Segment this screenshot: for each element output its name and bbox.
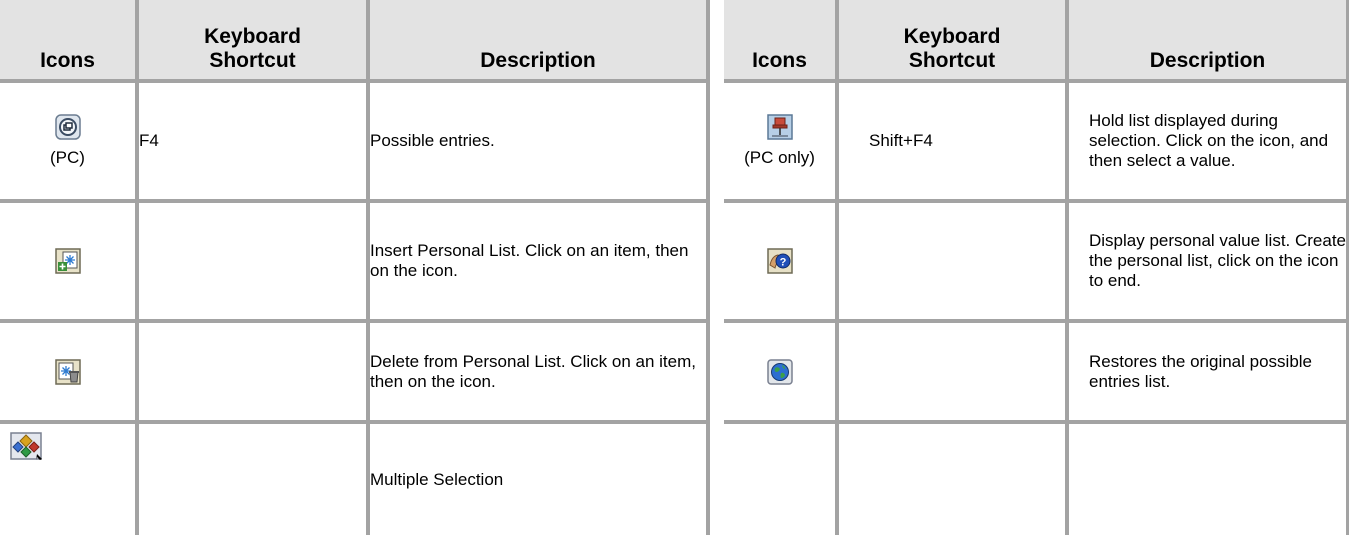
table-header-row: Icons Keyboard Shortcut Description [0, 0, 710, 83]
icon-cell [0, 199, 139, 323]
hold-list-pin-icon[interactable] [766, 114, 793, 140]
icon-cell [0, 420, 139, 535]
restore-globe-icon[interactable] [766, 358, 793, 385]
shortcuts-table-right: Icons Keyboard Shortcut Description (PC o… [724, 0, 1349, 535]
icon-cell [0, 319, 139, 424]
header-icons: Icons [724, 0, 839, 83]
table-row [724, 420, 1349, 535]
table-row: Insert Personal List. Click on an item, … [0, 199, 710, 323]
table-row: ? Display personal value list. Create th… [724, 199, 1349, 323]
header-description: Description [1065, 0, 1349, 83]
shortcut-cell [135, 319, 370, 424]
description-cell [1065, 420, 1349, 535]
insert-personal-list-icon[interactable] [54, 248, 81, 274]
description-cell: Restores the original possible entries l… [1065, 319, 1349, 424]
personal-value-list-icon[interactable]: ? [766, 248, 793, 274]
icon-cell: ? [724, 199, 839, 323]
description-cell: Possible entries. [366, 79, 710, 203]
icon-cell [724, 319, 839, 424]
shortcut-cell [135, 199, 370, 323]
icon-cell: (PC only) [724, 79, 839, 203]
header-icons: Icons [0, 0, 139, 83]
platform-note: (PC only) [744, 148, 815, 167]
header-keyboard-shortcut: Keyboard Shortcut [835, 0, 1069, 83]
svg-text:?: ? [779, 257, 786, 269]
shortcut-cell [835, 319, 1069, 424]
table-row: (PC only) Shift+F4 Hold list displayed d… [724, 79, 1349, 203]
description-cell: Display personal value list. Create the … [1065, 199, 1349, 323]
possible-entries-icon[interactable] [54, 114, 81, 140]
shortcut-cell [835, 420, 1069, 535]
description-cell: Multiple Selection [366, 420, 710, 535]
delete-personal-list-icon[interactable] [54, 358, 81, 385]
header-keyboard-shortcut: Keyboard Shortcut [135, 0, 370, 83]
shortcut-cell: Shift+F4 [835, 79, 1069, 203]
multiple-selection-icon[interactable] [10, 432, 44, 462]
icon-cell [724, 420, 839, 535]
shortcut-cell [835, 199, 1069, 323]
description-cell: Insert Personal List. Click on an item, … [366, 199, 710, 323]
table-row: Delete from Personal List. Click on an i… [0, 319, 710, 424]
platform-note: (PC) [50, 148, 85, 167]
table-row: Restores the original possible entries l… [724, 319, 1349, 424]
shortcut-cell [135, 420, 370, 535]
table-row: (PC) F4 Possible entries. [0, 79, 710, 203]
shortcut-cell: F4 [135, 79, 370, 203]
shortcuts-table-left: Icons Keyboard Shortcut Description (PC) … [0, 0, 710, 535]
table-header-row: Icons Keyboard Shortcut Description [724, 0, 1349, 83]
icon-cell: (PC) [0, 79, 139, 203]
table-row: Multiple Selection [0, 420, 710, 535]
description-cell: Hold list displayed during selection. Cl… [1065, 79, 1349, 203]
description-cell: Delete from Personal List. Click on an i… [366, 319, 710, 424]
header-description: Description [366, 0, 710, 83]
